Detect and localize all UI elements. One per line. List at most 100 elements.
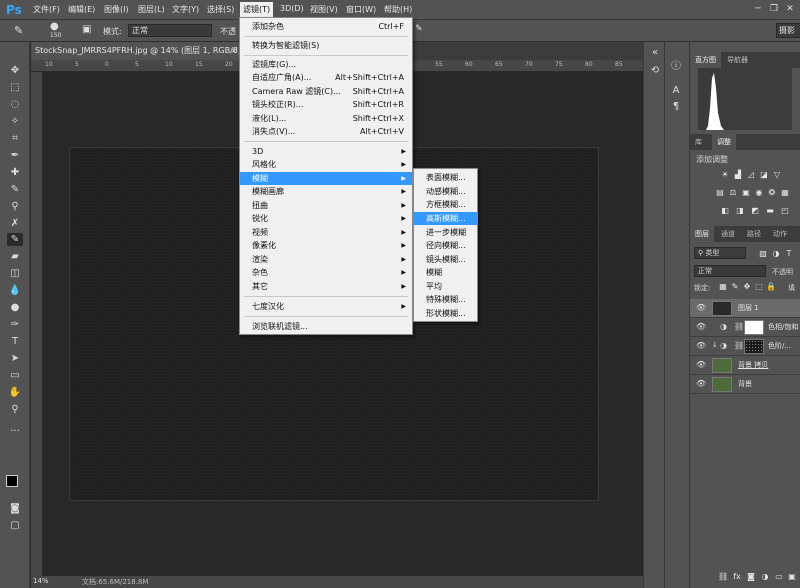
paragraph-panel-icon[interactable]: ¶ [669, 100, 683, 114]
lock-paint-icon[interactable]: ✎ [730, 282, 740, 291]
posterize-icon[interactable]: ◨ [735, 206, 745, 215]
path-select-tool-icon[interactable]: ➤ [7, 352, 23, 365]
submenu-item-blur-more[interactable]: 进一步模糊 [414, 226, 477, 239]
menu-item-smart-filter[interactable]: 转换为智能滤镜(S) [240, 39, 412, 52]
collapse-icon[interactable]: « [648, 46, 662, 60]
foreground-color-swatch[interactable] [6, 475, 18, 487]
info-panel-icon[interactable]: ⓘ [669, 60, 683, 74]
tab-channels[interactable]: 通道 [716, 226, 740, 242]
menu-type[interactable]: 文字(Y) [172, 4, 199, 15]
new-group-icon[interactable]: ▭ [774, 572, 784, 581]
menu-item-3d[interactable]: 3D ▶ [240, 145, 412, 158]
menu-view[interactable]: 视图(V) [310, 4, 338, 15]
tab-actions[interactable]: 动作 [768, 226, 792, 242]
exposure-icon[interactable]: ◪ [759, 170, 769, 179]
quick-select-tool-icon[interactable]: ✧ [7, 115, 23, 128]
brightness-icon[interactable]: ☀ [720, 170, 730, 179]
menu-item-qidu-hanhua[interactable]: 七度汉化 ▶ [240, 300, 412, 313]
submenu-item-blur[interactable]: 模糊 [414, 266, 477, 279]
move-tool-icon[interactable]: ✥ [7, 64, 23, 77]
menu-filter[interactable]: 滤镜(T) [240, 2, 274, 18]
submenu-item-surface-blur[interactable]: 表面模糊... [414, 171, 477, 184]
submenu-item-motion-blur[interactable]: 动感模糊... [414, 185, 477, 198]
layer-row[interactable]: 👁 ◑ ⛓ 色相/饱和 [690, 318, 800, 337]
dodge-tool-icon[interactable]: ● [7, 301, 23, 314]
layer-row[interactable]: 👁 背景 拷贝 [690, 356, 800, 375]
blend-mode-select[interactable]: 正常 [694, 265, 766, 277]
menu-item-render[interactable]: 渲染 ▶ [240, 253, 412, 266]
brush-tool-icon[interactable]: ✎ [7, 183, 23, 196]
add-mask-icon[interactable]: ◙ [746, 572, 756, 581]
type-tool-icon[interactable]: T [7, 335, 23, 348]
photo-filter-icon[interactable]: ◉ [754, 188, 764, 197]
vibrance-icon[interactable]: ▽ [772, 170, 782, 179]
menu-layer[interactable]: 图层(L) [138, 4, 165, 15]
eyedropper-tool-icon[interactable]: ✒ [7, 149, 23, 162]
filter-pixel-icon[interactable]: ▨ [758, 249, 768, 258]
brush-tool-icon[interactable]: ✎ [14, 24, 23, 37]
selective-color-icon[interactable]: ◰ [780, 206, 790, 215]
crop-tool-icon[interactable]: ⌗ [7, 132, 23, 145]
restore-icon[interactable]: ❐ [768, 3, 780, 15]
menu-window[interactable]: 窗口(W) [346, 4, 376, 15]
zoom-tool-icon[interactable]: ⚲ [7, 403, 23, 416]
tab-libraries[interactable]: 库 [690, 134, 707, 150]
layer-name[interactable]: 色相/饱和 [768, 322, 798, 332]
channel-mixer-icon[interactable]: ❂ [767, 188, 777, 197]
menu-edit[interactable]: 编辑(E) [68, 4, 95, 15]
threshold-icon[interactable]: ◩ [750, 206, 760, 215]
menu-item-vanishing-point[interactable]: 消失点(V)... Alt+Ctrl+V [240, 125, 412, 138]
more-tools-icon[interactable]: … [7, 422, 23, 435]
menu-item-other[interactable]: 其它 ▶ [240, 280, 412, 293]
curves-icon[interactable]: ◿ [746, 170, 756, 179]
submenu-item-box-blur[interactable]: 方框模糊... [414, 198, 477, 211]
menu-item-camera-raw[interactable]: Camera Raw 滤镜(C)... Shift+Ctrl+A [240, 85, 412, 98]
blur-tool-icon[interactable]: 💧 [7, 284, 23, 297]
document-tab[interactable]: StockSnap_JMRRS4PFRH.jpg @ 14% (图层 1, RG… [31, 42, 248, 60]
visibility-eye-icon[interactable]: 👁 [696, 322, 706, 331]
brush-preset-icon[interactable]: ● [50, 21, 59, 32]
color-balance-icon[interactable]: ⚖ [728, 188, 738, 197]
submenu-item-lens-blur[interactable]: 镜头模糊... [414, 253, 477, 266]
marquee-tool-icon[interactable]: ⬚ [7, 81, 23, 94]
lock-transparent-icon[interactable]: ▦ [718, 282, 728, 291]
brush-panel-icon[interactable]: ▣ [82, 24, 91, 35]
layer-mask-thumbnail[interactable] [744, 339, 764, 354]
layer-row[interactable]: 👁 ↓ ◑ ⛓ 色阶/... [690, 337, 800, 356]
layer-row[interactable]: 👁 背景 [690, 375, 800, 394]
minimize-icon[interactable]: ─ [752, 3, 764, 15]
hand-tool-icon[interactable]: ✋ [7, 386, 23, 399]
submenu-item-radial-blur[interactable]: 径向模糊... [414, 239, 477, 252]
visibility-eye-icon[interactable]: 👁 [696, 303, 706, 312]
submenu-item-shape-blur[interactable]: 形状模糊... [414, 307, 477, 320]
lasso-tool-icon[interactable]: ◌ [7, 98, 23, 111]
tab-close-icon[interactable]: × [230, 42, 237, 60]
menu-file[interactable]: 文件(F) [33, 4, 60, 15]
visibility-eye-icon[interactable]: 👁 [696, 379, 706, 388]
tab-layers[interactable]: 图层 [690, 226, 714, 242]
submenu-item-smart-blur[interactable]: 特殊模糊... [414, 293, 477, 306]
zoom-field[interactable]: 14% [33, 577, 63, 587]
tab-histogram[interactable]: 直方图 [690, 52, 721, 68]
filter-type-icon[interactable]: T [784, 249, 794, 258]
color-lookup-icon[interactable]: ▦ [780, 188, 790, 197]
menu-help[interactable]: 帮助(H) [384, 4, 412, 15]
layer-name[interactable]: 图层 1 [738, 303, 759, 313]
lock-artboard-icon[interactable]: ⬚ [754, 282, 764, 291]
submenu-item-gaussian-blur[interactable]: 高斯模糊... [414, 212, 477, 225]
tab-adjustments[interactable]: 调整 [712, 134, 736, 150]
pen-tool-icon[interactable]: ✑ [7, 318, 23, 331]
menu-image[interactable]: 图像(I) [104, 4, 129, 15]
menu-item-browse-online-filters[interactable]: 浏览联机滤镜... [240, 320, 412, 333]
fx-icon[interactable]: fx [732, 572, 742, 581]
lock-move-icon[interactable]: ✥ [742, 282, 752, 291]
menu-item-filter-gallery[interactable]: 滤镜库(G)... [240, 58, 412, 71]
link-layers-icon[interactable]: ⛓ [718, 572, 728, 581]
quick-mask-icon[interactable]: ◙ [7, 502, 23, 515]
hue-sat-icon[interactable]: ▤ [715, 188, 725, 197]
workspace-select[interactable]: 摄影 [776, 23, 800, 38]
layer-name[interactable]: 背景 [738, 379, 752, 389]
gradient-tool-icon[interactable]: ◫ [7, 267, 23, 280]
menu-item-distort[interactable]: 扭曲 ▶ [240, 199, 412, 212]
menu-item-noise[interactable]: 杂色 ▶ [240, 266, 412, 279]
